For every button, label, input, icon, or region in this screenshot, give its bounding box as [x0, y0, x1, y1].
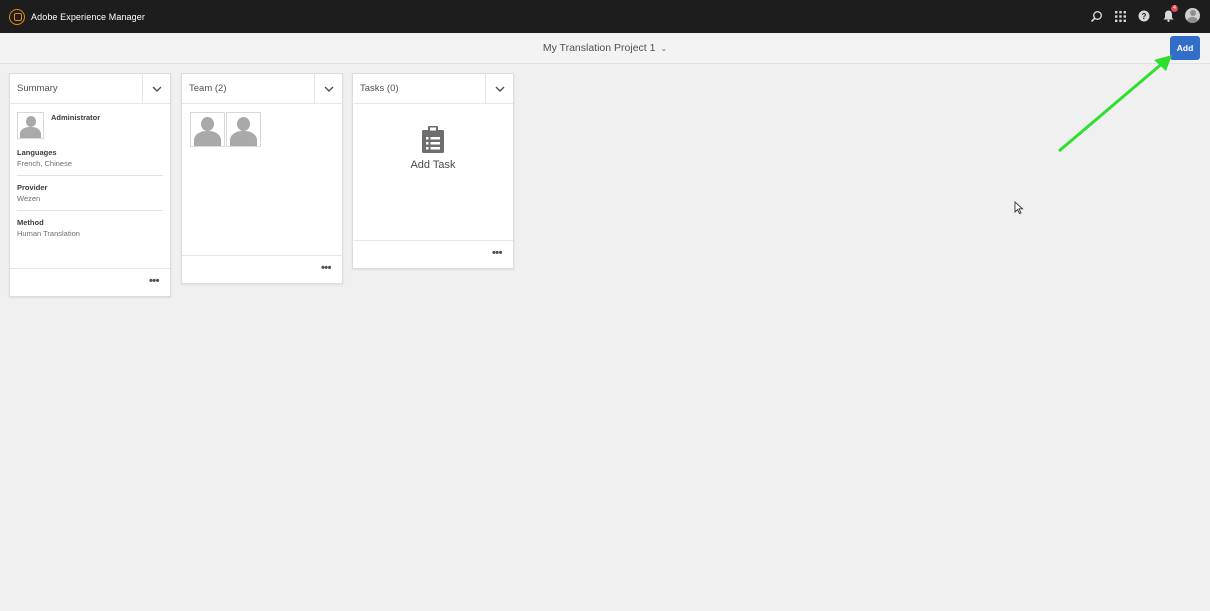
- team-card-header: Team (2): [182, 74, 342, 104]
- project-title-text: My Translation Project 1: [542, 42, 656, 54]
- notifications-icon[interactable]: 4: [1161, 5, 1178, 23]
- team-more-button[interactable]: •••: [321, 262, 332, 274]
- tasks-toggle-button[interactable]: [485, 74, 513, 103]
- team-toggle-button[interactable]: [314, 74, 342, 103]
- apps-grid-icon[interactable]: [1113, 9, 1127, 23]
- owner-avatar: [17, 112, 44, 139]
- languages-label: Languages: [17, 148, 57, 157]
- svg-text:?: ?: [1142, 12, 1147, 21]
- notification-badge: 4: [1171, 5, 1178, 12]
- tasks-more-button[interactable]: •••: [492, 247, 503, 259]
- chevron-down-icon: [324, 86, 333, 92]
- add-task-label: Add Task: [410, 159, 456, 171]
- languages-section: Languages French, Chinese: [17, 139, 163, 176]
- mouse-cursor-icon: [1014, 201, 1024, 215]
- summary-body: Administrator Languages French, Chinese …: [10, 104, 170, 245]
- method-value: Human Translation: [17, 229, 80, 238]
- chevron-down-icon: ⌄: [660, 44, 668, 53]
- provider-value: Wezen: [17, 194, 41, 203]
- project-title[interactable]: My Translation Project 1 ⌄: [0, 42, 1210, 54]
- action-bar: My Translation Project 1 ⌄: [0, 33, 1210, 64]
- aem-logo-icon: [9, 8, 25, 25]
- global-nav-bar: Adobe Experience Manager ? 4: [0, 0, 1210, 33]
- team-card-title: Team (2): [189, 83, 227, 94]
- project-owner: Administrator: [51, 113, 101, 122]
- summary-card: Summary Administrator Languages French, …: [9, 73, 171, 297]
- team-card: Team (2) •••: [181, 73, 343, 284]
- languages-value: French, Chinese: [17, 159, 73, 168]
- app-name: Adobe Experience Manager: [31, 11, 145, 22]
- tasks-card-title: Tasks (0): [360, 83, 399, 94]
- tasks-card-footer: •••: [353, 240, 513, 268]
- summary-card-title: Summary: [17, 83, 58, 94]
- team-member-avatar[interactable]: [226, 112, 261, 147]
- method-section: Method Human Translation: [17, 211, 163, 245]
- chevron-down-icon: [495, 86, 504, 92]
- chevron-down-icon: [152, 86, 161, 92]
- clipboard-icon: [422, 126, 444, 153]
- team-card-footer: •••: [182, 255, 342, 283]
- summary-card-footer: •••: [10, 268, 170, 296]
- help-icon[interactable]: ?: [1137, 9, 1151, 23]
- team-members: [182, 104, 342, 155]
- add-task-area[interactable]: Add Task: [353, 104, 513, 240]
- provider-label: Provider: [17, 183, 48, 192]
- summary-card-header: Summary: [10, 74, 170, 104]
- summary-more-button[interactable]: •••: [149, 275, 160, 287]
- tasks-card-header: Tasks (0): [353, 74, 513, 104]
- add-button[interactable]: Add: [1170, 36, 1200, 60]
- summary-toggle-button[interactable]: [142, 74, 170, 103]
- provider-section: Provider Wezen: [17, 176, 163, 211]
- search-icon[interactable]: [1089, 9, 1103, 23]
- user-avatar[interactable]: [1185, 8, 1200, 23]
- team-member-avatar[interactable]: [190, 112, 225, 147]
- method-label: Method: [17, 218, 44, 227]
- tasks-card: Tasks (0) Add Task •••: [352, 73, 514, 269]
- brand[interactable]: Adobe Experience Manager: [9, 8, 145, 25]
